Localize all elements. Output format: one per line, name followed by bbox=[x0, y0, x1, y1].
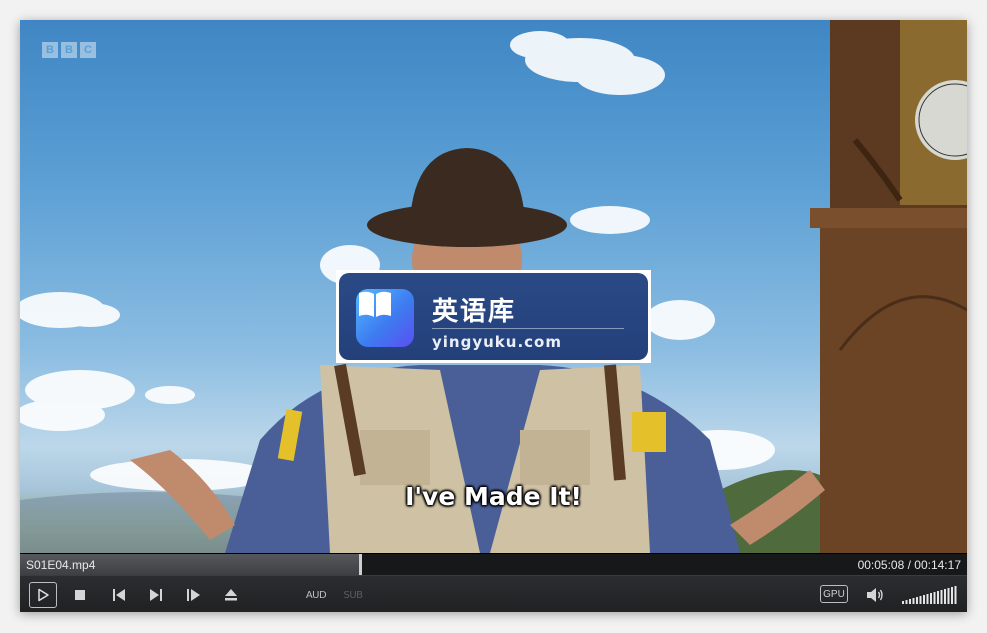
channel-logo: B B C bbox=[42, 42, 96, 58]
volume-bar bbox=[954, 586, 957, 604]
volume-bar bbox=[926, 594, 929, 604]
channel-logo-letter: B bbox=[61, 42, 77, 58]
volume-bar bbox=[923, 595, 925, 604]
gpu-toggle-button[interactable]: GPU bbox=[820, 585, 848, 603]
channel-logo-letter: C bbox=[80, 42, 96, 58]
volume-bar bbox=[930, 593, 932, 604]
mute-button[interactable] bbox=[865, 586, 885, 604]
volume-bar bbox=[912, 598, 915, 604]
channel-logo-letter: B bbox=[42, 42, 58, 58]
volume-bar bbox=[940, 590, 943, 604]
frame-step-icon bbox=[187, 589, 200, 601]
skip-next-icon bbox=[150, 589, 162, 601]
next-button[interactable] bbox=[148, 587, 164, 603]
volume-bar bbox=[951, 587, 953, 604]
volume-bar bbox=[902, 601, 904, 604]
seek-bar[interactable]: S01E04.mp4 00:05:08 / 00:14:17 bbox=[20, 553, 967, 575]
player-window: B B C 英语库 yingyuku.com I've Made It! S01… bbox=[20, 20, 967, 612]
stop-icon bbox=[75, 590, 85, 600]
watermark-badge: 英语库 yingyuku.com bbox=[336, 270, 651, 363]
time-display: 00:05:08 / 00:14:17 bbox=[857, 558, 961, 572]
speaker-icon bbox=[867, 588, 883, 602]
volume-bar bbox=[947, 588, 950, 604]
video-frame[interactable]: B B C 英语库 yingyuku.com I've Made It! bbox=[20, 20, 967, 553]
volume-bar bbox=[933, 592, 936, 604]
stop-button[interactable] bbox=[72, 587, 88, 603]
watermark-panel: 英语库 yingyuku.com bbox=[339, 273, 648, 360]
seek-handle[interactable] bbox=[359, 554, 362, 575]
audio-track-button[interactable]: AUD bbox=[304, 588, 328, 602]
volume-bar bbox=[944, 589, 946, 604]
volume-bar bbox=[937, 591, 939, 604]
frame-step-button[interactable] bbox=[186, 587, 202, 603]
watermark-title: 英语库 bbox=[432, 297, 517, 327]
volume-bar bbox=[919, 596, 922, 604]
open-book-icon bbox=[356, 289, 414, 347]
eject-button[interactable] bbox=[223, 587, 239, 603]
file-name: S01E04.mp4 bbox=[26, 558, 96, 572]
volume-bar bbox=[909, 599, 911, 604]
volume-bar bbox=[905, 600, 908, 604]
watermark-divider bbox=[432, 328, 624, 329]
play-button[interactable] bbox=[29, 582, 57, 608]
volume-bar bbox=[916, 597, 918, 604]
control-bar: AUD SUB GPU bbox=[20, 575, 967, 612]
subtitle-track-button[interactable]: SUB bbox=[341, 588, 365, 602]
eject-icon bbox=[225, 589, 237, 601]
skip-previous-icon bbox=[113, 589, 125, 601]
volume-slider[interactable] bbox=[902, 586, 958, 604]
watermark-url: yingyuku.com bbox=[432, 333, 562, 351]
previous-button[interactable] bbox=[111, 587, 127, 603]
play-icon bbox=[38, 588, 49, 602]
subtitle-text: I've Made It! bbox=[405, 482, 582, 511]
